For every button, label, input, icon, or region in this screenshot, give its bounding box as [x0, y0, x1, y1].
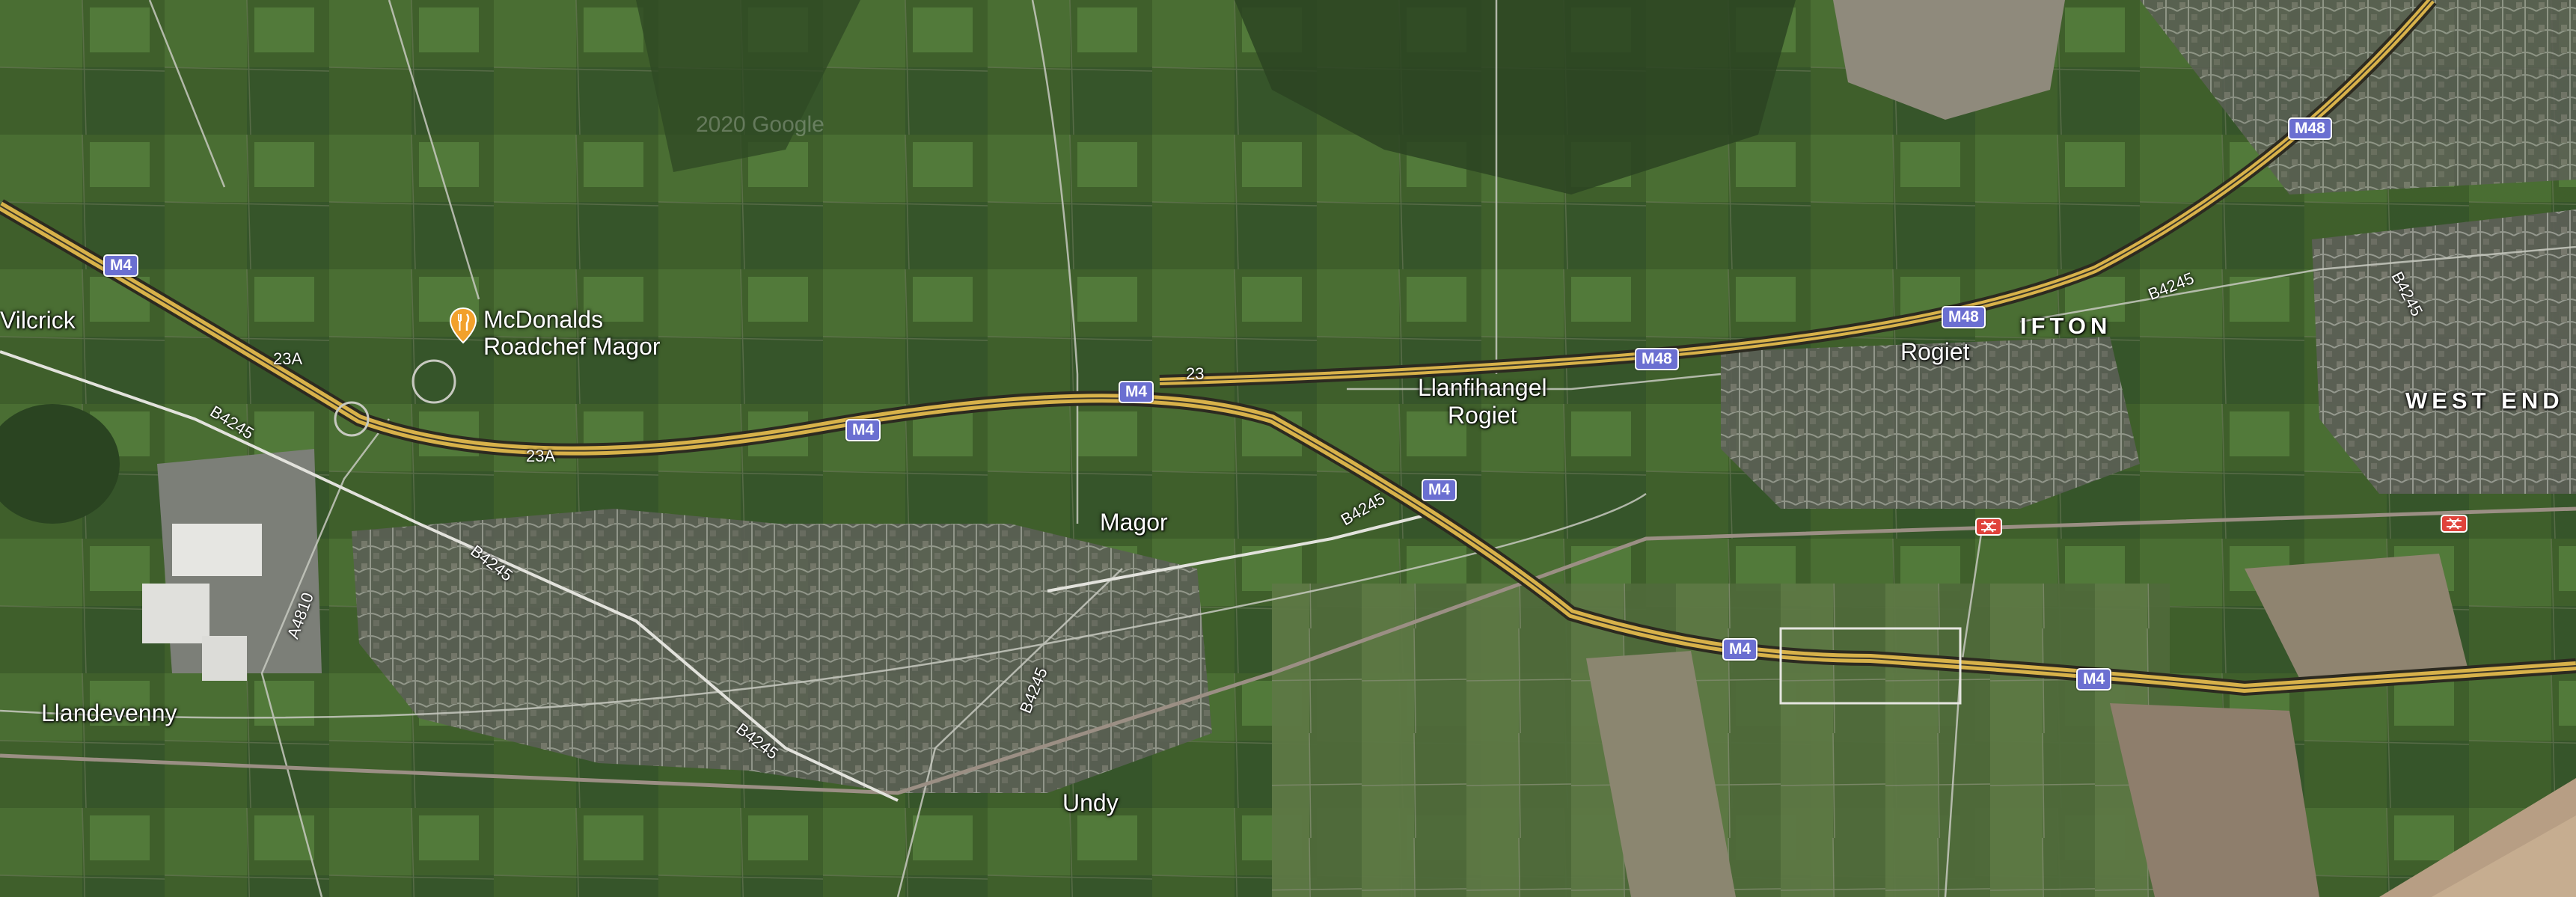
place-magor[interactable]: Magor: [1100, 509, 1168, 536]
m4-shield: M4: [845, 419, 881, 441]
satellite-imagery: [0, 0, 2576, 897]
junction-23-label: 23: [1186, 364, 1205, 383]
place-llanfihangel-line1: Llanfihangel: [1418, 374, 1547, 401]
poi-name-line2: Roadchef Magor: [483, 332, 661, 360]
train-station-icon[interactable]: [1975, 518, 2002, 536]
m48-shield: M48: [1942, 306, 1986, 328]
place-llanfihangel-rogiet[interactable]: Llanfihangel Rogiet: [1418, 374, 1547, 429]
map-watermark: 2020 Google: [696, 112, 824, 137]
poi-mcdonalds-roadchef[interactable]: McDonalds Roadchef Magor: [449, 306, 661, 361]
m4-shield: M4: [1422, 479, 1457, 501]
place-llandevenny[interactable]: Llandevenny: [41, 699, 177, 727]
m4-shield: M4: [1119, 381, 1154, 403]
m48-shield: M48: [1635, 348, 1679, 370]
poi-name-line1: McDonalds: [483, 306, 604, 333]
place-west-end[interactable]: WEST END: [2405, 388, 2564, 414]
junction-23a-label: 23A: [273, 349, 303, 368]
place-rogiet[interactable]: Rogiet: [1900, 338, 1970, 366]
m4-shield: M4: [1722, 638, 1758, 661]
junction-23a-label: 23A: [526, 447, 556, 465]
m4-shield: M4: [2076, 668, 2112, 691]
train-station-icon[interactable]: [2441, 515, 2468, 533]
place-ifton[interactable]: IFTON: [2020, 313, 2111, 340]
satellite-map[interactable]: 2020 Google McDonalds Roadchef Magor Vil…: [0, 0, 2576, 897]
place-undy[interactable]: Undy: [1062, 789, 1119, 817]
place-llanfihangel-line2: Rogiet: [1448, 401, 1517, 429]
m4-shield: M4: [103, 254, 139, 277]
place-wilcrick[interactable]: Vilcrick: [0, 307, 76, 334]
restaurant-pin-icon: [449, 307, 477, 344]
m48-shield: M48: [2288, 117, 2332, 140]
